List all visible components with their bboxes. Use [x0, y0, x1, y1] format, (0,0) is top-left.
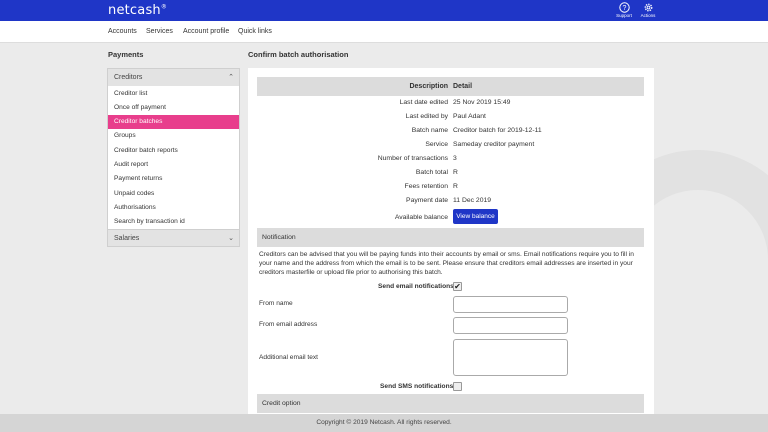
netcash-logo[interactable]: netcash® [108, 3, 167, 18]
help-icon: ? [618, 2, 630, 13]
credit-option-section-header: Credit option [257, 394, 644, 413]
detail-value: R [453, 183, 458, 190]
available-balance-row: Available balance [257, 211, 644, 225]
sidebar-items: Creditor list Once off payment Creditor ba… [108, 86, 239, 229]
send-email-label: Send email notifications [378, 283, 454, 290]
detail-label: Number of transactions [377, 155, 448, 162]
detail-label: Batch name [411, 127, 448, 134]
from-email-input[interactable] [453, 317, 568, 334]
sidebar-item[interactable]: Creditor list [108, 86, 239, 100]
available-balance-label: Available balance [394, 214, 448, 221]
detail-value: R [453, 169, 458, 176]
column-description: Description [409, 83, 448, 90]
sidebar: Creditors ⌃ Creditor list Once off paymen… [107, 68, 240, 247]
detail-label: Payment date [406, 197, 448, 204]
svg-text:?: ? [622, 5, 626, 12]
nav-services[interactable]: Services [146, 28, 173, 35]
column-detail: Detail [453, 83, 473, 90]
detail-value: 3 [453, 155, 457, 162]
sidebar-item[interactable]: Creditor batch reports [108, 143, 239, 157]
detail-value: 25 Nov 2019 15:49 [453, 99, 511, 106]
nav-quick-links[interactable]: Quick links [238, 28, 272, 35]
top-bar: netcash® ? Support Actions [0, 0, 768, 21]
nav-accounts[interactable]: Accounts [108, 28, 137, 35]
actions-label: Actions [640, 13, 656, 18]
from-name-label: From name [259, 300, 293, 307]
notification-description: Creditors can be advised that you will b… [259, 251, 634, 276]
send-sms-checkbox[interactable] [453, 382, 462, 391]
sidebar-item[interactable]: Once off payment [108, 100, 239, 114]
checkmark-icon: ✔ [454, 282, 461, 291]
additional-email-text-label: Additional email text [259, 354, 319, 361]
detail-label: Batch total [415, 169, 448, 176]
gear-icon [644, 3, 652, 12]
nav-account-profile[interactable]: Account profile [183, 28, 229, 35]
detail-row: Service Sameday creditor payment [257, 139, 644, 153]
detail-value: Creditor batch for 2019-12-11 [453, 127, 542, 134]
detail-row: Batch total R [257, 167, 644, 181]
from-email-label: From email address [259, 321, 318, 328]
sidebar-item[interactable]: Creditor batches [108, 114, 239, 129]
send-sms-label: Send SMS notifications [380, 383, 454, 390]
left-section-title: Payments [108, 50, 144, 59]
sidebar-section-label: Salaries [114, 234, 140, 242]
detail-value: Sameday creditor payment [453, 141, 535, 148]
batch-panel: Description Detail Last date edited 25 No… [248, 68, 654, 414]
sidebar-item[interactable]: Search by transaction id [108, 215, 239, 229]
support-label: Support [616, 13, 632, 18]
detail-row: Payment date 11 Dec 2019 [257, 195, 644, 209]
page-title: Confirm batch authorisation [248, 50, 349, 59]
sidebar-item[interactable]: Groups [108, 129, 239, 143]
additional-email-text-input[interactable] [453, 339, 568, 376]
detail-label: Last edited by [405, 113, 448, 120]
actions-button[interactable]: Actions [637, 2, 659, 18]
detail-label: Last date edited [399, 99, 448, 106]
send-email-checkbox[interactable]: ✔ [453, 282, 462, 291]
detail-row: Last date edited 25 Nov 2019 15:49 [257, 97, 644, 111]
details-table-header: Description Detail [257, 77, 644, 96]
detail-label: Service [425, 141, 448, 148]
detail-row: Number of transactions 3 [257, 153, 644, 167]
sidebar-item[interactable]: Authorisations [108, 200, 239, 214]
sidebar-section-label: Creditors [114, 74, 143, 81]
detail-row: Batch name Creditor batch for 2019-12-11 [257, 125, 644, 139]
detail-row: Last edited by Paul Adant [257, 111, 644, 125]
sidebar-item[interactable]: Payment returns [108, 172, 239, 186]
sidebar-section-creditors[interactable]: Creditors ⌃ [108, 69, 239, 86]
detail-label: Fees retention [404, 183, 448, 190]
sidebar-section-salaries[interactable]: Salaries ⌄ [108, 228, 239, 246]
detail-value: 11 Dec 2019 [453, 197, 492, 204]
sidebar-item[interactable]: Unpaid codes [108, 186, 239, 200]
chevron-up-icon: ⌃ [228, 74, 234, 81]
detail-row: Fees retention R [257, 181, 644, 195]
support-button[interactable]: ? Support [613, 2, 635, 18]
footer-copyright: Copyright © 2019 Netcash. All rights res… [0, 414, 768, 432]
detail-value: Paul Adant [453, 113, 486, 120]
notification-section-header: Notification [257, 228, 644, 247]
chevron-down-icon: ⌄ [228, 234, 234, 242]
from-name-input[interactable] [453, 296, 568, 313]
sidebar-item[interactable]: Audit report [108, 157, 239, 171]
view-balance-button[interactable]: View balance [453, 209, 498, 224]
main-nav: Accounts Services Account profile Quick … [0, 21, 768, 43]
